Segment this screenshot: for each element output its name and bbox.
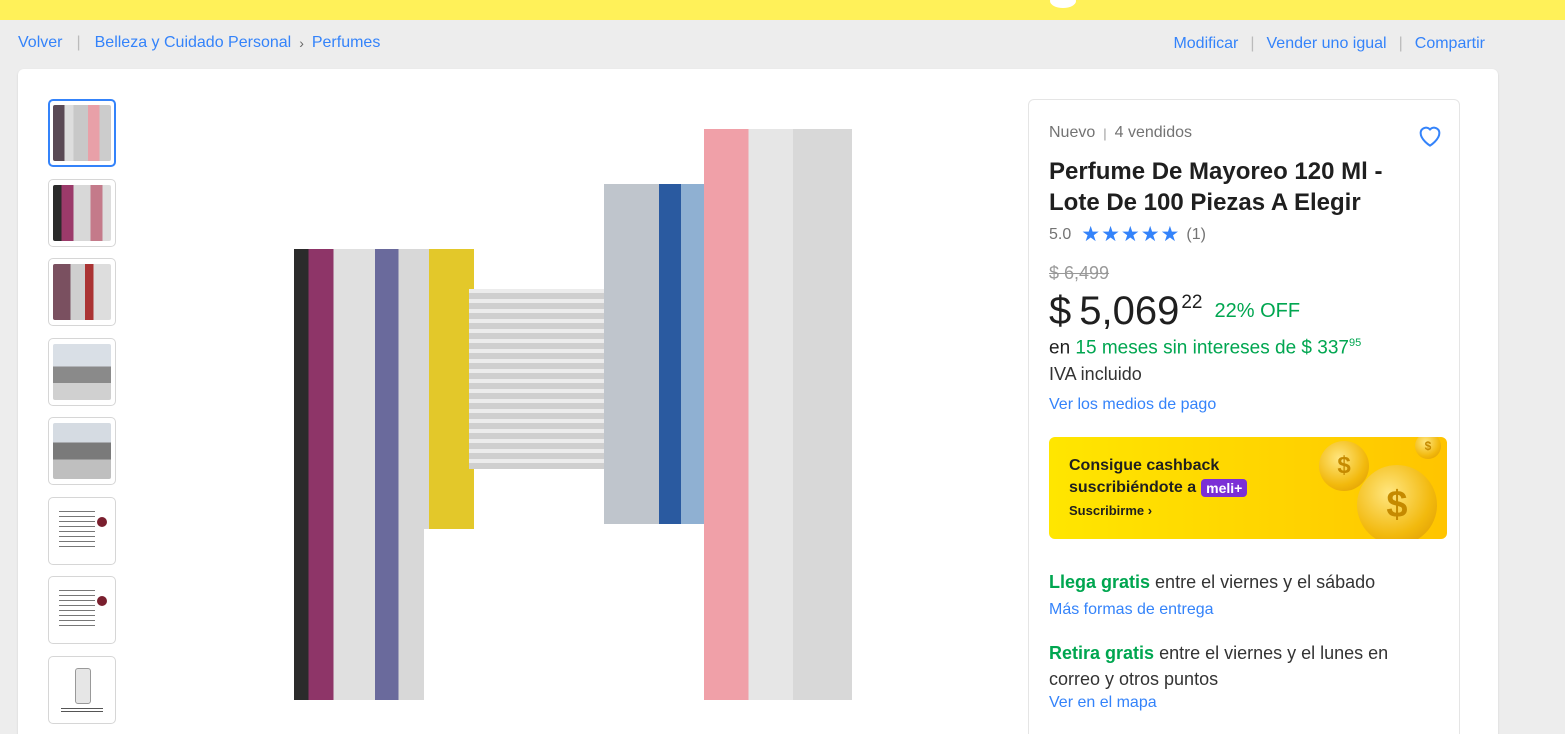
thumbnail-3[interactable] [48, 258, 116, 326]
coin-icon: $ [1415, 437, 1441, 459]
thumbnail-5[interactable] [48, 417, 116, 485]
chevron-right-icon: › [299, 35, 304, 51]
image-region [424, 529, 704, 700]
thumbnail-1[interactable] [48, 99, 116, 167]
thumbnail-7[interactable] [48, 576, 116, 644]
subscribe-button[interactable]: Suscribirme › [1069, 503, 1152, 518]
condition-sold: Nuevo | 4 vendidos [1049, 124, 1192, 142]
thumbnail-image [53, 184, 111, 241]
thumbnail-2[interactable] [48, 178, 116, 247]
cashback-banner[interactable]: Consigue cashback suscribiéndote a meli+… [1049, 437, 1447, 539]
chevron-right-icon: › [1147, 503, 1153, 518]
buy-box: Nuevo | 4 vendidos Perfume De Mayoreo 12… [1028, 99, 1460, 734]
product-card: Nuevo | 4 vendidos Perfume De Mayoreo 12… [18, 69, 1498, 734]
breadcrumb-divider: | [76, 34, 81, 51]
modify-link[interactable]: Modificar [1173, 35, 1238, 53]
thumbnail-8[interactable] [48, 655, 116, 724]
action-divider: | [1398, 35, 1403, 52]
breadcrumb: Volver | Belleza y Cuidado Personal › Pe… [18, 34, 380, 52]
price-amount: 5,069 [1079, 289, 1180, 333]
top-banner [0, 0, 1565, 20]
thumbnail-4[interactable] [48, 337, 116, 406]
price-cents: 22 [1181, 292, 1203, 313]
main-product-image[interactable] [294, 129, 852, 700]
installments-cents: 95 [1348, 337, 1362, 349]
image-region [704, 129, 852, 700]
sell-same-link[interactable]: Vender uno igual [1267, 35, 1387, 53]
thumbnail-image [53, 582, 111, 638]
promo-line1: Consigue cashback [1069, 457, 1220, 474]
promo-line2: suscribiéndote a meli+ [1069, 479, 1248, 497]
installments: en 15 meses sin intereses de $ 33795 [1049, 337, 1361, 359]
thumbnail-6[interactable] [48, 496, 116, 565]
thumbnail-image [53, 343, 111, 400]
delivery-dates: entre el viernes y el sábado [1155, 572, 1376, 592]
meli-plus-badge: meli+ [1201, 479, 1248, 497]
sold-count: 4 vendidos [1114, 124, 1193, 141]
thumbnail-image [53, 423, 111, 479]
coin-icon: $ [1357, 465, 1437, 539]
rating-count: (1) [1186, 225, 1206, 243]
price-currency: $ [1049, 289, 1072, 333]
thumbnail-image [53, 502, 111, 559]
image-region [604, 184, 714, 524]
delivery-info: Llega gratis entre el viernes y el sábad… [1049, 572, 1375, 593]
product-title: Perfume De Mayoreo 120 Ml - Lote De 100 … [1049, 158, 1383, 216]
current-price: $ 5,069 22 22% OFF [1049, 286, 1300, 336]
banner-dot [1050, 0, 1076, 8]
map-link[interactable]: Ver en el mapa [1049, 694, 1157, 712]
heart-icon[interactable] [1415, 120, 1445, 150]
payment-methods-link[interactable]: Ver los medios de pago [1049, 396, 1216, 414]
image-region [469, 289, 609, 469]
back-link[interactable]: Volver [18, 34, 62, 52]
thumbnail-image [53, 661, 111, 718]
subscribe-label: Suscribirme [1069, 503, 1145, 518]
rating[interactable]: 5.0 ★★★★★ (1) [1049, 222, 1206, 247]
thumbnail-gallery [48, 99, 116, 734]
thumbnail-image [53, 105, 111, 161]
installments-prefix: en [1049, 337, 1071, 359]
delivery-options-link[interactable]: Más formas de entrega [1049, 601, 1214, 619]
promo-line2-text: suscribiéndote a [1069, 479, 1197, 496]
rating-value: 5.0 [1049, 225, 1072, 243]
free-pickup-label: Retira gratis [1049, 643, 1155, 663]
coin-icon: $ [1319, 441, 1369, 491]
action-divider: | [1250, 35, 1255, 52]
free-delivery-label: Llega gratis [1049, 572, 1151, 592]
meta-divider: | [1103, 125, 1107, 141]
installments-text: 15 meses sin intereses de $ 337 [1075, 337, 1349, 359]
condition-label: Nuevo [1049, 124, 1096, 141]
listing-actions: Modificar | Vender uno igual | Compartir [1173, 35, 1485, 53]
thumbnail-image [53, 264, 111, 320]
original-price: $ 6,499 [1049, 263, 1110, 283]
star-icon: ★★★★★ [1081, 223, 1181, 246]
discount-badge: 22% OFF [1214, 300, 1301, 322]
breadcrumb-category[interactable]: Belleza y Cuidado Personal [95, 34, 292, 52]
share-link[interactable]: Compartir [1415, 35, 1485, 53]
pickup-info: Retira gratis entre el viernes y el lune… [1049, 640, 1439, 692]
breadcrumb-subcategory[interactable]: Perfumes [312, 34, 380, 52]
tax-note: IVA incluido [1049, 364, 1142, 384]
